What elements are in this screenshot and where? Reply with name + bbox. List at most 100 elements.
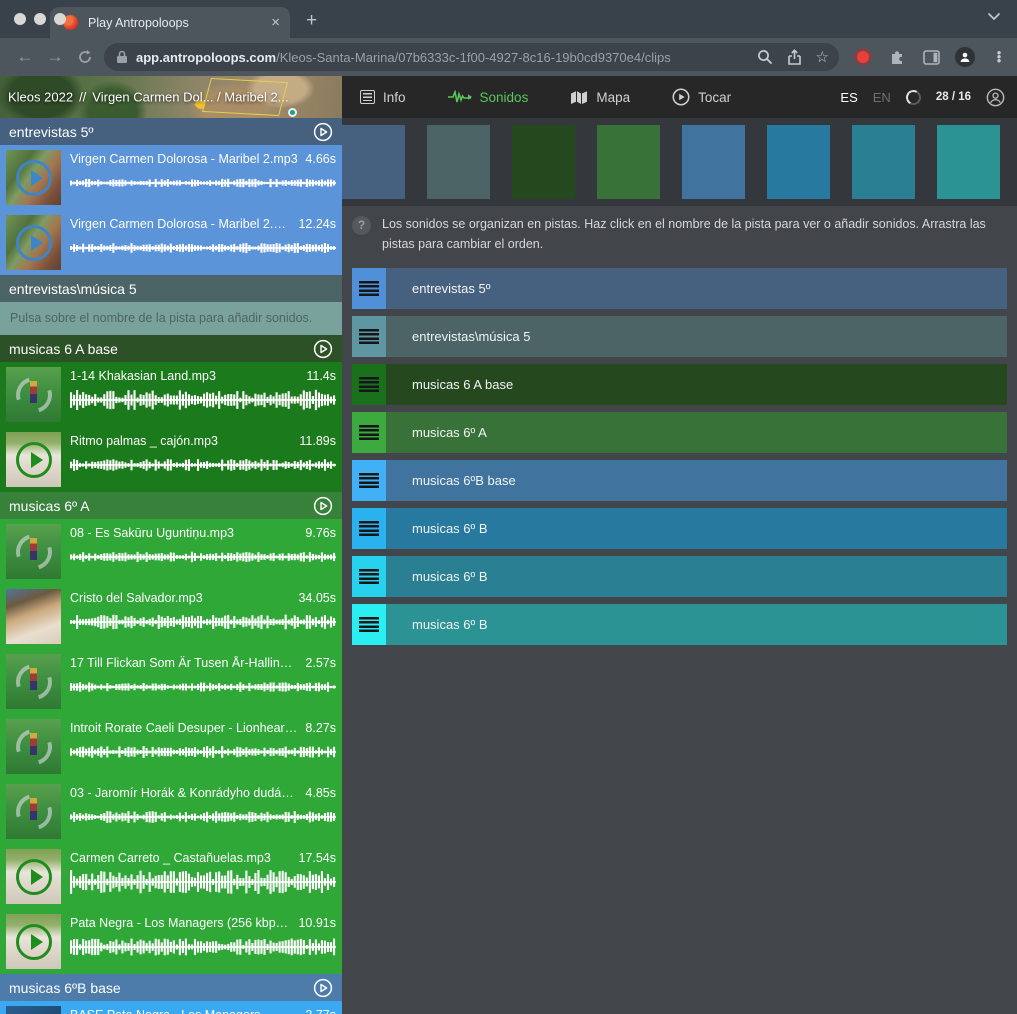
clip-waveform[interactable] (70, 674, 336, 700)
score-tile[interactable] (682, 125, 745, 199)
track-row[interactable]: musicas 6º A (352, 412, 1007, 453)
track-row-label[interactable]: musicas 6º B (386, 556, 1007, 597)
clip-play-overlay-icon[interactable] (9, 370, 58, 419)
clip-thumbnail[interactable] (6, 784, 61, 839)
track-drag-handle[interactable] (352, 556, 386, 597)
clip-waveform[interactable] (70, 235, 336, 261)
clip-waveform[interactable] (70, 739, 336, 765)
score-tile[interactable] (767, 125, 830, 199)
audio-clip[interactable]: Virgen Carmen Dolorosa - Maribel 2.mp3 1… (0, 210, 342, 275)
audio-clip[interactable]: 03 - Jaromír Horák & Konrádyho dudácká .… (0, 779, 342, 844)
lang-es-button[interactable]: ES (840, 90, 857, 105)
track-drag-handle[interactable] (352, 508, 386, 549)
track-row[interactable]: entrevistas\música 5 (352, 316, 1007, 357)
clip-waveform[interactable] (70, 544, 336, 570)
track-row[interactable]: entrevistas 5º (352, 268, 1007, 309)
audio-clip[interactable]: 1-14 Khakasian Land.mp3 11.4s (0, 362, 342, 427)
track-row-label[interactable]: musicas 6º B (386, 604, 1007, 645)
track-drag-handle[interactable] (352, 412, 386, 453)
clip-play-overlay-icon[interactable] (16, 160, 52, 196)
clip-play-overlay-icon[interactable] (9, 787, 58, 836)
track-drag-handle[interactable] (352, 316, 386, 357)
score-tile[interactable] (512, 125, 575, 199)
audio-clip[interactable]: 17 Till Flickan Som Är Tusen År-Halling … (0, 649, 342, 714)
score-tile[interactable] (342, 125, 405, 199)
side-panel-icon[interactable] (921, 50, 941, 65)
sidebar-section-title[interactable]: entrevistas\música 5 (9, 281, 333, 297)
sidebar-section-title[interactable]: musicas 6ºB base (9, 980, 313, 996)
clip-thumbnail[interactable] (6, 432, 61, 487)
audio-clip[interactable]: Carmen Carreto _ Castañuelas.mp3 17.54s (0, 844, 342, 909)
tab-info[interactable]: Info (360, 90, 406, 105)
browser-tab[interactable]: Play Antropoloops × (50, 7, 290, 38)
minimize-window-button[interactable] (34, 13, 46, 25)
clip-thumbnail[interactable] (6, 524, 61, 579)
track-row[interactable]: musicas 6º B (352, 508, 1007, 549)
score-tile[interactable] (937, 125, 1000, 199)
track-row-label[interactable]: entrevistas\música 5 (386, 316, 1007, 357)
audio-clip[interactable]: Pata Negra - Los Managers (256 kbps).mp3… (0, 909, 342, 974)
browser-menu-icon[interactable]: ••• (989, 51, 1009, 63)
forward-button[interactable]: → (40, 47, 70, 67)
breadcrumb[interactable]: Kleos 2022//Virgen Carmen Dol... / Marib… (8, 90, 295, 105)
track-row-label[interactable]: musicas 6ºB base (386, 460, 1007, 501)
section-play-button[interactable] (313, 339, 333, 359)
clip-thumbnail[interactable] (6, 719, 61, 774)
track-drag-handle[interactable] (352, 604, 386, 645)
sidebar-section-header[interactable]: entrevistas 5º (0, 118, 342, 145)
clip-waveform[interactable] (70, 869, 336, 895)
sidebar-section-header[interactable]: musicas 6 A base (0, 335, 342, 362)
tab-tocar[interactable]: Tocar (672, 88, 731, 106)
section-play-button[interactable] (313, 496, 333, 516)
clip-play-overlay-icon[interactable] (9, 722, 58, 771)
clip-waveform[interactable] (70, 934, 336, 960)
clip-play-overlay-icon[interactable] (9, 657, 58, 706)
record-extension-icon[interactable] (853, 51, 873, 63)
score-tile[interactable] (597, 125, 660, 199)
sidebar-section-header[interactable]: musicas 6ºB base (0, 974, 342, 1001)
bookmark-star-icon[interactable]: ☆ (816, 48, 829, 66)
breadcrumb-project[interactable]: Kleos 2022 (8, 90, 73, 105)
track-drag-handle[interactable] (352, 268, 386, 309)
audio-clip[interactable]: Cristo del Salvador.mp3 34.05s (0, 584, 342, 649)
audio-clip[interactable]: Virgen Carmen Dolorosa - Maribel 2.mp3 4… (0, 145, 342, 210)
sidebar-section-title[interactable]: entrevistas 5º (9, 124, 313, 140)
score-tile[interactable] (852, 125, 915, 199)
track-row[interactable]: musicas 6º B (352, 604, 1007, 645)
tab-close-icon[interactable]: × (271, 14, 280, 31)
clip-thumbnail[interactable] (6, 654, 61, 709)
clip-thumbnail[interactable] (6, 367, 61, 422)
sidebar-section-title[interactable]: musicas 6 A base (9, 341, 313, 357)
track-row-label[interactable]: entrevistas 5º (386, 268, 1007, 309)
track-row-label[interactable]: musicas 6º B (386, 508, 1007, 549)
tab-sonidos[interactable]: Sonidos (448, 90, 529, 105)
breadcrumb-remix[interactable]: Virgen Carmen Dol... / Maribel 2... (92, 90, 288, 105)
new-tab-button[interactable]: + (306, 10, 317, 32)
lang-en-button[interactable]: EN (873, 90, 891, 105)
tab-search-chevron-icon[interactable] (987, 12, 1001, 21)
clip-play-overlay-icon[interactable] (16, 442, 52, 478)
clip-play-overlay-icon[interactable] (16, 225, 52, 261)
track-row[interactable]: musicas 6º B (352, 556, 1007, 597)
clip-thumbnail[interactable] (6, 914, 61, 969)
clip-waveform[interactable] (70, 804, 336, 830)
clip-thumbnail[interactable] (6, 1006, 61, 1014)
track-drag-handle[interactable] (352, 460, 386, 501)
clip-thumbnail[interactable] (6, 589, 61, 644)
clip-thumbnail[interactable] (6, 150, 61, 205)
audio-clip[interactable]: 08 - Es Sakūru Uguntiņu.mp3 9.76s (0, 519, 342, 584)
clip-thumbnail[interactable] (6, 849, 61, 904)
score-tile[interactable] (427, 125, 490, 199)
sidebar-section-header[interactable]: musicas 6º A (0, 492, 342, 519)
clip-waveform[interactable] (70, 170, 336, 196)
clip-waveform[interactable] (70, 387, 336, 413)
track-row-label[interactable]: musicas 6 A base (386, 364, 1007, 405)
sidebar-section-title[interactable]: musicas 6º A (9, 498, 313, 514)
back-button[interactable]: ← (10, 47, 40, 67)
extensions-puzzle-icon[interactable] (887, 48, 907, 66)
tab-mapa[interactable]: Mapa (570, 90, 630, 105)
track-row[interactable]: musicas 6ºB base (352, 460, 1007, 501)
track-row[interactable]: musicas 6 A base (352, 364, 1007, 405)
track-drag-handle[interactable] (352, 364, 386, 405)
audio-clip[interactable]: Introit Rorate Caeli Desuper - Lionheart… (0, 714, 342, 779)
